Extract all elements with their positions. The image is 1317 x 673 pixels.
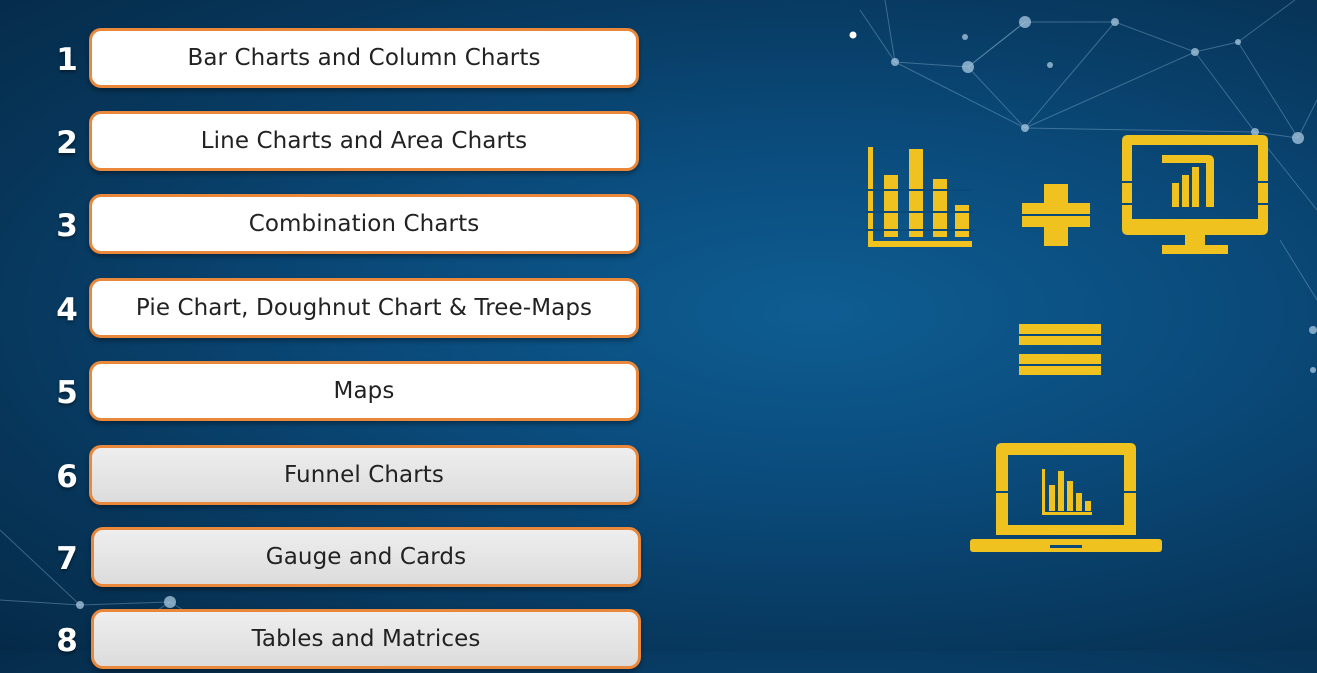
topic-number: 4 (56, 292, 78, 328)
topic-row: 2 Line Charts and Area Charts (0, 111, 680, 175)
topic-row: 3 Combination Charts (0, 194, 680, 258)
topic-button[interactable]: Combination Charts (89, 194, 639, 254)
topic-number: 3 (56, 208, 78, 244)
topic-row: 5 Maps (0, 361, 680, 425)
topic-row: 7 Gauge and Cards (0, 527, 680, 591)
topic-row: 8 Tables and Matrices (0, 609, 680, 673)
power-bi-monitor-icon (1122, 135, 1268, 254)
topic-row: 1 Bar Charts and Column Charts (0, 28, 680, 92)
topic-button[interactable]: Maps (89, 361, 639, 421)
topic-button[interactable]: Pie Chart, Doughnut Chart & Tree-Maps (89, 278, 639, 338)
topic-list: 1 Bar Charts and Column Charts 2 Line Ch… (0, 0, 680, 669)
topic-button[interactable]: Line Charts and Area Charts (89, 111, 639, 171)
topic-number: 2 (56, 125, 78, 161)
topic-row: 6 Funnel Charts (0, 445, 680, 509)
bar-chart-icon (866, 147, 974, 247)
topic-number: 7 (56, 541, 78, 577)
topic-number: 1 (56, 42, 78, 78)
topic-button[interactable]: Gauge and Cards (91, 527, 641, 587)
topic-button[interactable]: Bar Charts and Column Charts (89, 28, 639, 88)
laptop-dashboard-icon (970, 443, 1162, 552)
topic-number: 8 (56, 623, 78, 659)
topic-row: 4 Pie Chart, Doughnut Chart & Tree-Maps (0, 278, 680, 342)
topic-button[interactable]: Tables and Matrices (91, 609, 641, 669)
equals-icon (1019, 324, 1101, 375)
topic-button[interactable]: Funnel Charts (89, 445, 639, 505)
topic-number: 5 (56, 375, 78, 411)
topic-number: 6 (56, 459, 78, 495)
plus-icon (1022, 184, 1090, 246)
